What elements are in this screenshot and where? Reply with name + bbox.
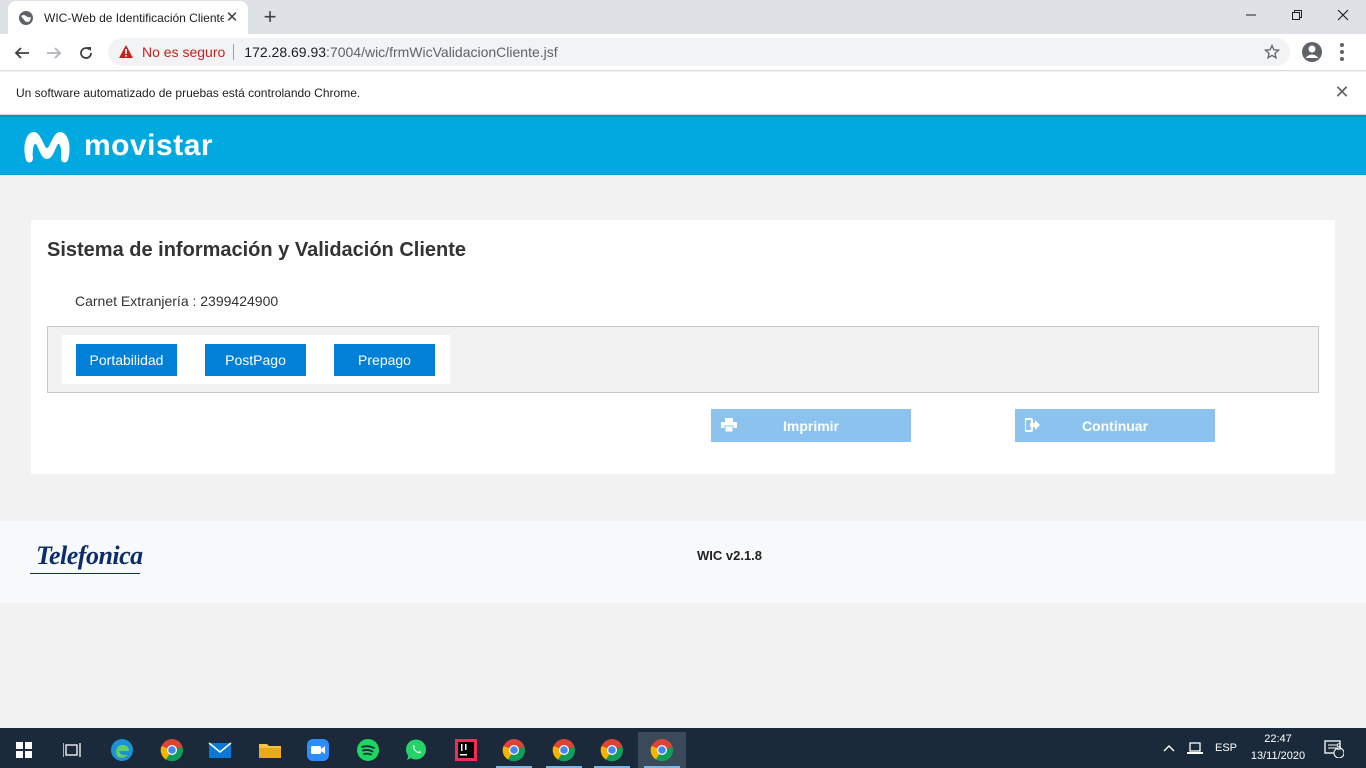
task-view-button[interactable]: [48, 732, 96, 768]
chrome-icon: [552, 739, 576, 762]
new-tab-button[interactable]: +: [258, 5, 282, 29]
tab-strip: WIC-Web de Identificación Cliente ✕ +: [0, 0, 1366, 34]
validation-card: Sistema de información y Validación Clie…: [31, 220, 1335, 474]
chrome-icon: [160, 739, 184, 762]
restore-button[interactable]: [1274, 0, 1320, 30]
continue-button[interactable]: Continuar: [1015, 409, 1215, 442]
minimize-button[interactable]: [1228, 0, 1274, 30]
language-indicator[interactable]: ESP: [1215, 728, 1237, 768]
portabilidad-button[interactable]: Portabilidad: [76, 344, 177, 376]
minimize-icon: [1246, 14, 1256, 16]
whatsapp-taskbar-item[interactable]: [392, 732, 440, 768]
chrome-taskbar-item-active[interactable]: [638, 732, 686, 768]
reload-button[interactable]: [72, 39, 100, 67]
folder-icon: [259, 744, 281, 758]
notifications-button[interactable]: 5: [1324, 728, 1344, 768]
chrome-taskbar-item-2[interactable]: [490, 732, 538, 768]
movistar-logo-icon: [24, 132, 70, 163]
menu-icon[interactable]: [1334, 40, 1350, 64]
spotify-taskbar-item[interactable]: [344, 732, 392, 768]
edge-taskbar-item[interactable]: [98, 732, 146, 768]
print-label: Imprimir: [782, 417, 839, 434]
infobar-close-icon[interactable]: ✕: [1334, 83, 1350, 101]
chrome-icon: [650, 739, 674, 762]
close-window-button[interactable]: [1320, 0, 1366, 30]
clock-time: 22:47: [1264, 733, 1292, 745]
windows-icon: [16, 742, 32, 758]
app-version: WIC v2.1.8: [697, 548, 763, 563]
url-path: :7004/wic/frmWicValidacionCliente.jsf: [326, 44, 558, 60]
globe-icon: [19, 10, 33, 25]
system-clock[interactable]: 22:47 13/11/2020: [1240, 731, 1316, 765]
brand-name: movistar: [84, 129, 214, 162]
security-status[interactable]: No es seguro: [142, 44, 225, 60]
telefonica-logo: Telefonica: [36, 541, 143, 570]
intellij-taskbar-item[interactable]: [442, 732, 490, 768]
account-icon[interactable]: [1300, 40, 1324, 64]
file-explorer-taskbar-item[interactable]: [246, 732, 294, 768]
task-view-icon: [63, 743, 81, 757]
printer-icon: [721, 418, 737, 432]
options-panel: Portabilidad PostPago Prepago: [47, 326, 1319, 393]
logo-underline: [30, 573, 140, 574]
zoom-icon: [307, 739, 329, 761]
options-button-group: Portabilidad PostPago Prepago: [62, 335, 450, 384]
automation-infobar: Un software automatizado de pruebas está…: [0, 72, 1366, 115]
site-header: movistar: [0, 115, 1366, 175]
tab-close-icon[interactable]: ✕: [224, 10, 240, 26]
back-button[interactable]: [8, 39, 36, 67]
print-button[interactable]: Imprimir: [711, 409, 911, 442]
tray-chevron-icon[interactable]: [1162, 728, 1176, 768]
windows-taskbar: ESP 22:47 13/11/2020 5: [0, 728, 1366, 768]
chrome-taskbar-item-4[interactable]: [588, 732, 636, 768]
mail-taskbar-item[interactable]: [196, 732, 244, 768]
back-arrow-icon: [14, 47, 29, 59]
page-footer: Telefonica WIC v2.1.8: [0, 521, 1366, 603]
chrome-icon: [502, 739, 526, 762]
forward-arrow-icon: [47, 47, 62, 59]
restore-icon: [1292, 10, 1302, 20]
forward-button[interactable]: [40, 39, 68, 67]
close-icon: [1337, 9, 1349, 21]
chrome-taskbar-item[interactable]: [148, 732, 196, 768]
browser-tab[interactable]: WIC-Web de Identificación Cliente ✕: [8, 1, 248, 34]
page-title: Sistema de información y Validación Clie…: [47, 239, 467, 261]
edge-icon: [111, 739, 133, 761]
spotify-icon: [357, 739, 379, 761]
postpago-button[interactable]: PostPago: [205, 344, 306, 376]
intellij-icon: [455, 739, 477, 761]
prepago-button[interactable]: Prepago: [334, 344, 435, 376]
start-button[interactable]: [0, 732, 48, 768]
sign-out-icon: [1025, 418, 1040, 432]
browser-toolbar: No es seguro 172.28.69.93:7004/wic/frmWi…: [0, 34, 1366, 71]
notification-count: 5: [1336, 742, 1342, 752]
infobar-message: Un software automatizado de pruebas está…: [16, 86, 361, 100]
zoom-taskbar-item[interactable]: [294, 732, 342, 768]
omnibox-divider: [233, 44, 235, 60]
url-host: 172.28.69.93: [244, 44, 327, 60]
warning-icon: [119, 45, 133, 58]
chrome-taskbar-item-3[interactable]: [540, 732, 588, 768]
chrome-icon: [600, 739, 624, 762]
clock-date: 13/11/2020: [1250, 750, 1306, 762]
continue-label: Continuar: [1081, 417, 1149, 434]
tab-title: WIC-Web de Identificación Cliente: [44, 10, 224, 25]
whatsapp-icon: [406, 739, 426, 760]
address-bar[interactable]: No es seguro 172.28.69.93:7004/wic/frmWi…: [108, 38, 1290, 66]
mail-icon: [208, 742, 232, 758]
reload-icon: [80, 47, 92, 59]
network-icon[interactable]: [1186, 728, 1204, 768]
carnet-info: Carnet Extranjería : 2399424900: [75, 293, 279, 309]
bookmark-star-icon[interactable]: [1264, 44, 1280, 60]
